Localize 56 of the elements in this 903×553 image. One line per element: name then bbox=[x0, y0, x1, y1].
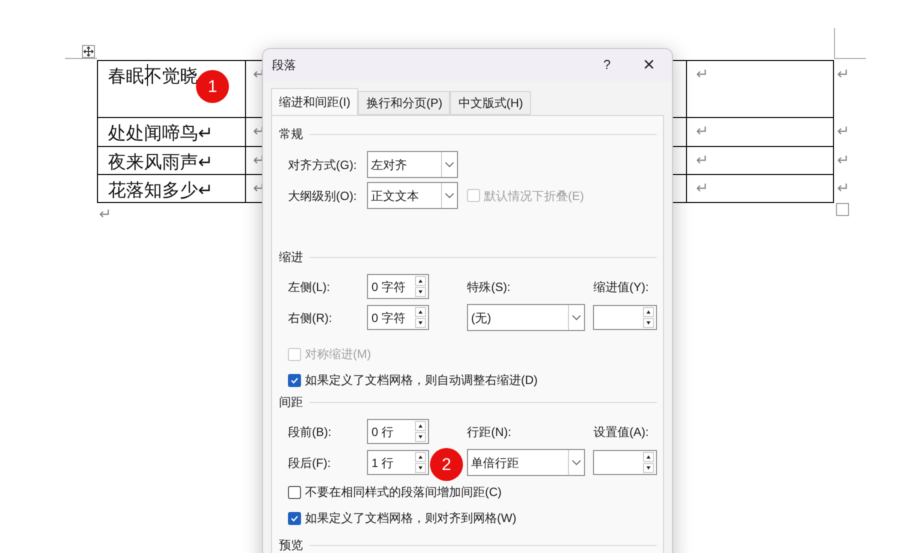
spin-field[interactable]: 0 字符 bbox=[366, 274, 430, 299]
row-end-mark: ↵ bbox=[837, 151, 850, 171]
chevron-down-icon bbox=[445, 162, 454, 168]
resize-handle[interactable] bbox=[836, 203, 849, 216]
checkbox[interactable] bbox=[288, 374, 301, 386]
table-cell: ↵ bbox=[687, 147, 834, 174]
move-handle-icon[interactable] bbox=[82, 45, 95, 58]
spin-field[interactable]: 0 字符 bbox=[366, 305, 430, 330]
number-badge: 1 bbox=[196, 70, 229, 103]
dropdown[interactable]: 左对齐 bbox=[367, 151, 458, 178]
paragraph-mark: ↵ bbox=[99, 205, 112, 225]
table-cell: 处处闻啼鸟↵ bbox=[98, 118, 246, 146]
row-end-mark: ↵ bbox=[837, 122, 850, 142]
field-label: 对齐方式(G): bbox=[288, 156, 358, 174]
checkbox-label: 对称缩进(M) bbox=[305, 346, 371, 363]
field-label: 段前(B): bbox=[288, 424, 332, 440]
spin-field[interactable] bbox=[593, 305, 657, 330]
row-end-mark: ↵ bbox=[837, 179, 850, 199]
section-heading: 间距 bbox=[279, 394, 303, 411]
checkbox[interactable] bbox=[288, 486, 301, 498]
section-heading: 常规 bbox=[279, 126, 303, 143]
field-label: 段后(F): bbox=[288, 454, 332, 472]
table-cell: 夜来风雨声↵ bbox=[98, 147, 246, 174]
spin-field[interactable] bbox=[593, 450, 657, 475]
table-cell: ↵ bbox=[687, 61, 834, 117]
table-cell: 花落知多少↵ bbox=[98, 175, 246, 202]
checkbox[interactable] bbox=[288, 512, 301, 524]
spin-field[interactable]: 0 行 bbox=[366, 419, 430, 444]
chevron-down-icon bbox=[572, 460, 582, 466]
table-cell: ↵ bbox=[687, 118, 834, 146]
checkbox-label: 如果定义了文档网格，则自动调整右缩进(D) bbox=[305, 372, 538, 389]
section-heading: 缩进 bbox=[279, 249, 303, 266]
check-icon bbox=[290, 376, 299, 384]
spin-field[interactable]: 1 行 bbox=[366, 450, 430, 475]
checkbox-label: 默认情况下折叠(E) bbox=[484, 188, 584, 204]
dropdown[interactable]: (无) bbox=[467, 304, 586, 331]
field-label: 大纲级别(O): bbox=[288, 188, 358, 204]
checkbox-label: 不要在相同样式的段落间增加间距(C) bbox=[305, 484, 502, 501]
dropdown[interactable]: 单倍行距 bbox=[467, 449, 586, 476]
tab[interactable]: 缩进和间距(I) bbox=[271, 88, 358, 115]
check-icon bbox=[290, 514, 299, 522]
field-label: 左侧(L): bbox=[288, 278, 331, 296]
tab[interactable]: 换行和分页(P) bbox=[358, 91, 450, 115]
section-heading: 预览 bbox=[279, 537, 303, 553]
dropdown[interactable]: 正文文本 bbox=[367, 182, 458, 209]
chevron-down-icon bbox=[572, 314, 582, 320]
field-label: 设置值(A): bbox=[593, 424, 650, 440]
field-label: 行距(N): bbox=[467, 424, 512, 440]
chevron-down-icon bbox=[445, 192, 454, 198]
checkbox-label: 如果定义了文档网格，则对齐到网格(W) bbox=[305, 510, 516, 527]
row-end-mark: ↵ bbox=[837, 65, 850, 85]
field-label: 特殊(S): bbox=[467, 278, 512, 296]
tab[interactable]: 中文版式(H) bbox=[450, 91, 531, 115]
field-label: 缩进值(Y): bbox=[593, 278, 650, 296]
field-label: 右侧(R): bbox=[288, 310, 333, 326]
table-cell: ↵ bbox=[687, 175, 834, 202]
